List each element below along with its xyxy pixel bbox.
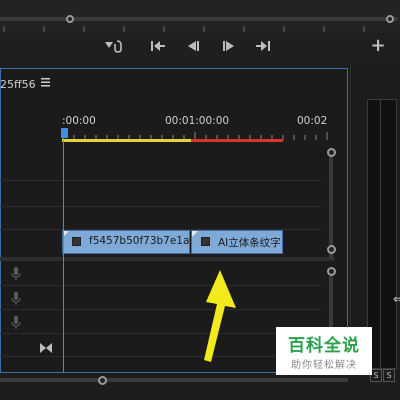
work-area-bar-unrendered[interactable] <box>191 139 283 142</box>
watermark-subtitle: 助你轻松解决 <box>291 360 357 371</box>
video-audio-divider[interactable] <box>0 257 335 261</box>
marker-clip-icon[interactable] <box>104 39 126 53</box>
track-divider <box>0 206 322 207</box>
timecode-one-minute: 00:01:00:00 <box>165 115 230 127</box>
hamburger-icon[interactable] <box>41 77 51 90</box>
fx-badge-icon <box>72 237 81 246</box>
playhead-handle[interactable] <box>61 128 68 138</box>
video-clip[interactable]: AI立体条纹字 <box>191 230 283 254</box>
track-divider <box>0 333 322 334</box>
annotation-arrow-icon <box>204 270 236 362</box>
playhead-line <box>63 140 64 372</box>
watermark-title: 百科全说 <box>288 336 360 356</box>
go-to-in-icon[interactable] <box>150 39 166 53</box>
track-divider <box>0 180 322 181</box>
solo-button-right[interactable]: S <box>383 369 395 382</box>
watermark-logo: 百科全说 助你轻松解决 <box>276 327 372 375</box>
mic-icon[interactable] <box>11 266 21 280</box>
vertical-scrollbar[interactable] <box>329 148 333 258</box>
resize-cursor-icon: ⇔ <box>393 292 400 306</box>
meter-channel-divider <box>380 100 381 370</box>
step-forward-icon[interactable] <box>221 39 237 53</box>
mic-icon[interactable] <box>11 291 21 305</box>
top-scroll-handle-right[interactable] <box>386 15 394 23</box>
vertical-scroll-handle-bottom[interactable] <box>327 245 336 254</box>
horizontal-scroll-handle[interactable] <box>98 376 107 385</box>
add-button[interactable]: + <box>370 37 386 55</box>
fx-badge-icon <box>201 237 210 246</box>
video-clip[interactable]: f5457b50f73b7e1acb <box>62 230 190 254</box>
track-divider <box>0 309 322 310</box>
clip-name: f5457b50f73b7e1acb <box>89 235 190 247</box>
track-divider <box>0 285 322 286</box>
top-scroll-handle-left[interactable] <box>66 15 74 23</box>
timecode-two-minutes: 00:02 <box>297 115 328 127</box>
horizontal-scrollbar[interactable] <box>0 378 348 382</box>
work-area-bar-rendered[interactable] <box>62 139 191 142</box>
audio-scroll-handle-top[interactable] <box>327 267 336 276</box>
mic-icon[interactable] <box>11 315 21 329</box>
bowtie-icon[interactable] <box>40 338 52 353</box>
go-to-out-icon[interactable] <box>255 39 271 53</box>
track-divider <box>0 356 322 357</box>
step-back-icon[interactable] <box>185 39 201 53</box>
clip-corner-marker <box>192 231 198 237</box>
top-ruler-ticks <box>3 26 365 32</box>
timecode-start: :00:00 <box>62 115 96 127</box>
clip-name: AI立体条纹字 <box>218 237 281 249</box>
sequence-tab-title[interactable]: 25ff56 <box>0 78 36 91</box>
top-scrollbar[interactable] <box>0 17 398 21</box>
vertical-scroll-handle-top[interactable] <box>327 148 336 157</box>
